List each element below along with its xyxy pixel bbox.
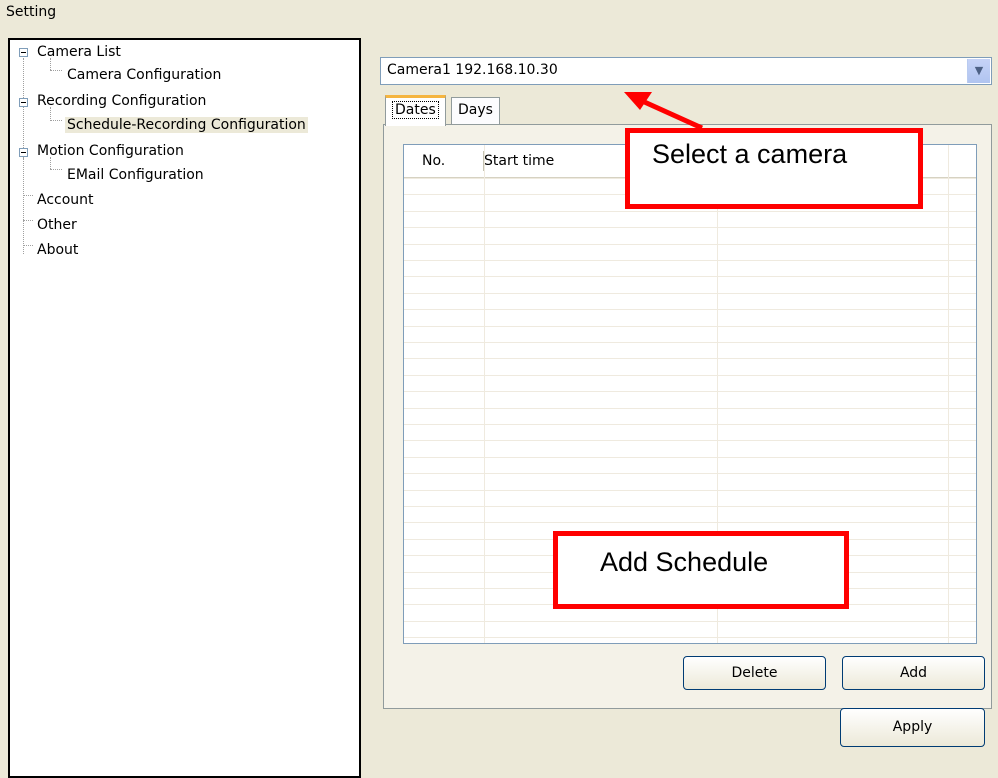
tree-connector — [23, 195, 33, 196]
table-row[interactable] — [404, 292, 976, 294]
table-row[interactable] — [404, 325, 976, 327]
collapse-icon[interactable] — [19, 98, 28, 107]
table-row[interactable] — [404, 637, 976, 639]
tab-days[interactable]: Days — [451, 97, 500, 124]
tree-item-label: EMail Configuration — [67, 167, 204, 183]
table-row[interactable] — [404, 374, 976, 376]
camera-select[interactable]: Camera1 192.168.10.30 ▼ — [380, 57, 992, 85]
tab-label: Days — [458, 102, 493, 118]
table-row[interactable] — [404, 424, 976, 425]
camera-select-value: Camera1 192.168.10.30 — [387, 62, 558, 78]
tree-connector — [23, 58, 24, 158]
column-header-start-time[interactable]: Start time — [484, 145, 554, 177]
tree-connector — [50, 120, 62, 121]
tree-connector — [23, 245, 33, 246]
tree-item-camera-list[interactable]: Camera List — [35, 41, 123, 63]
tree-connector — [50, 169, 62, 170]
table-row[interactable] — [404, 309, 976, 311]
tab-dates[interactable]: Dates — [385, 95, 446, 126]
tab-label: Dates — [392, 101, 439, 119]
tree-item-account[interactable]: Account — [35, 189, 96, 211]
table-row[interactable] — [404, 407, 976, 409]
collapse-icon[interactable] — [19, 48, 28, 57]
tree-item-email-configuration[interactable]: EMail Configuration — [65, 164, 206, 186]
table-row[interactable] — [404, 358, 976, 360]
delete-button[interactable]: Delete — [683, 656, 826, 690]
tree-item-label: About — [37, 242, 79, 258]
table-row[interactable] — [404, 243, 976, 245]
table-row[interactable] — [404, 391, 976, 393]
table-row[interactable] — [404, 276, 976, 278]
tree-item-label: Camera List — [37, 44, 121, 60]
table-row[interactable] — [404, 620, 976, 622]
column-header-no[interactable]: No. — [422, 145, 445, 177]
tree-item-label: Other — [37, 217, 77, 233]
chevron-down-icon[interactable]: ▼ — [967, 59, 990, 83]
tree-connector — [23, 158, 24, 254]
add-button[interactable]: Add — [842, 656, 985, 690]
select-camera-callout: Select a camera — [625, 128, 923, 209]
table-row[interactable] — [404, 473, 976, 475]
table-row[interactable] — [404, 342, 976, 343]
table-row[interactable] — [404, 489, 976, 491]
settings-tree: Camera List Camera Configuration Recordi… — [8, 38, 361, 778]
column-line — [484, 145, 485, 643]
tree-item-schedule-recording-configuration[interactable]: Schedule-Recording Configuration — [65, 114, 308, 136]
tree-connector — [50, 70, 62, 71]
tree-item-label: Camera Configuration — [67, 67, 222, 83]
tree-item-label: Recording Configuration — [37, 93, 207, 109]
collapse-icon[interactable] — [19, 148, 28, 157]
table-row[interactable] — [404, 506, 976, 507]
window-title: Setting — [6, 4, 57, 20]
table-row[interactable] — [404, 260, 976, 261]
table-row[interactable] — [404, 227, 976, 229]
tree-item-motion-configuration[interactable]: Motion Configuration — [35, 140, 186, 162]
tree-item-camera-configuration[interactable]: Camera Configuration — [65, 64, 223, 86]
tree-item-label: Schedule-Recording Configuration — [65, 117, 308, 133]
table-row[interactable] — [404, 210, 976, 212]
table-row[interactable] — [404, 440, 976, 442]
callout-text: Add Schedule — [600, 547, 769, 577]
tree-item-label: Motion Configuration — [37, 143, 184, 159]
table-row[interactable] — [404, 522, 976, 524]
callout-text: Select a camera — [652, 139, 848, 169]
tree-item-about[interactable]: About — [35, 239, 80, 261]
column-line — [948, 145, 949, 643]
tree-connector — [23, 220, 33, 221]
table-row[interactable] — [404, 456, 976, 458]
apply-button[interactable]: Apply — [840, 708, 985, 747]
add-schedule-callout: Add Schedule — [553, 531, 849, 609]
tree-item-other[interactable]: Other — [35, 214, 79, 236]
tree-item-label: Account — [37, 192, 94, 208]
tree-item-recording-configuration[interactable]: Recording Configuration — [35, 90, 208, 112]
